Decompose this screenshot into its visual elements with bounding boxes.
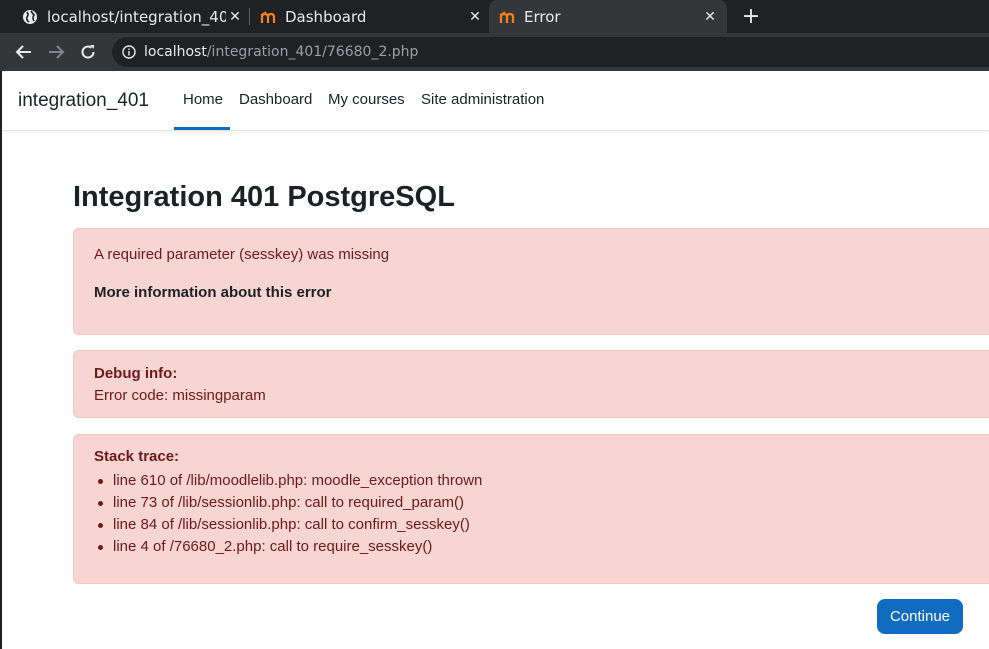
tab-dashboard[interactable]: Dashboard ✕	[252, 0, 484, 33]
tab-error[interactable]: Error ✕	[489, 0, 727, 33]
close-icon[interactable]: ✕	[701, 8, 719, 26]
nav-dashboard[interactable]: Dashboard	[239, 91, 312, 108]
tab-separator	[249, 8, 250, 25]
url-path: /integration_401/76680_2.php	[206, 44, 419, 60]
stack-trace-list: line 610 of /lib/moodlelib.php: moodle_e…	[94, 470, 482, 558]
nav-home[interactable]: Home	[183, 91, 223, 108]
url-host: localhost	[144, 44, 207, 60]
debug-info-title: Debug info:	[94, 365, 178, 382]
reload-icon	[81, 45, 95, 59]
debug-info-alert: Debug info: Error code: missingparam	[73, 350, 989, 418]
close-icon[interactable]: ✕	[226, 8, 244, 26]
stack-trace-alert: Stack trace: line 610 of /lib/moodlelib.…	[73, 434, 989, 584]
page-content: integration_401 Home Dashboard My course…	[0, 71, 989, 649]
reload-button[interactable]	[75, 39, 101, 65]
site-navbar: integration_401 Home Dashboard My course…	[2, 71, 989, 131]
address-bar[interactable]: localhost/integration_401/76680_2.php	[112, 37, 989, 67]
error-alert: A required parameter (sesskey) was missi…	[73, 228, 989, 335]
tab-title: Error	[524, 7, 561, 26]
nav-my-courses[interactable]: My courses	[328, 91, 405, 108]
tab-title: localhost/integration_40	[47, 7, 226, 26]
new-tab-button[interactable]: +	[740, 4, 762, 29]
tab-localhost[interactable]: localhost/integration_40 ✕	[14, 0, 244, 33]
more-info-link[interactable]: More information about this error	[94, 284, 332, 301]
stack-trace-title: Stack trace:	[94, 448, 180, 465]
globe-icon	[22, 9, 38, 25]
browser-tab-bar: localhost/integration_40 ✕ Dashboard ✕ E…	[0, 0, 989, 33]
browser-toolbar: localhost/integration_401/76680_2.php	[0, 33, 989, 71]
error-code: Error code: missingparam	[94, 387, 266, 404]
arrow-right-icon	[49, 45, 65, 59]
stack-trace-item: line 73 of /lib/sessionlib.php: call to …	[94, 492, 482, 514]
back-button[interactable]	[11, 39, 37, 65]
error-message: A required parameter (sesskey) was missi…	[94, 246, 390, 263]
stack-trace-item: line 84 of /lib/sessionlib.php: call to …	[94, 514, 482, 536]
active-nav-indicator	[174, 127, 230, 130]
close-icon[interactable]: ✕	[466, 8, 484, 26]
nav-site-administration[interactable]: Site administration	[421, 91, 544, 108]
moodle-icon	[499, 9, 515, 25]
arrow-left-icon	[15, 45, 31, 59]
stack-trace-item: line 610 of /lib/moodlelib.php: moodle_e…	[94, 470, 482, 492]
continue-button[interactable]: Continue	[877, 599, 963, 634]
tab-title: Dashboard	[285, 7, 367, 26]
page-title: Integration 401 PostgreSQL	[73, 181, 455, 213]
forward-button[interactable]	[43, 39, 69, 65]
moodle-icon	[260, 9, 276, 25]
stack-trace-item: line 4 of /76680_2.php: call to require_…	[94, 536, 482, 558]
info-icon	[122, 45, 136, 59]
site-name[interactable]: integration_401	[18, 90, 149, 112]
